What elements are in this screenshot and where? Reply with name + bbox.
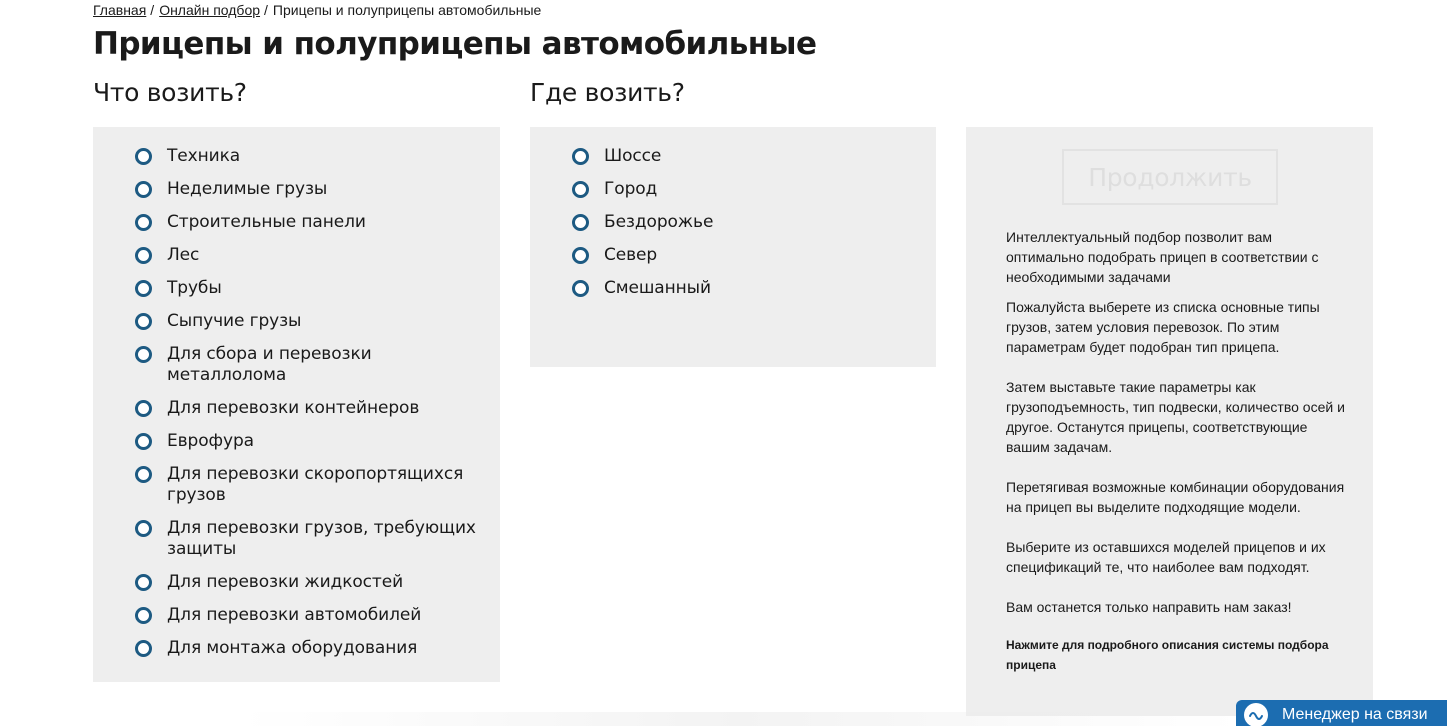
route-type-panel: Шоссе Город Бездорожье Север Смешанный <box>530 127 936 367</box>
cargo-type-option[interactable]: Для перевозки грузов, требующих защиты <box>135 518 485 560</box>
radio-button[interactable] <box>135 214 152 231</box>
cargo-type-option[interactable]: Строительные панели <box>135 212 485 233</box>
breadcrumb-separator: / <box>150 2 155 18</box>
info-text: Интеллектуальный подбор позволит вам опт… <box>1006 227 1351 695</box>
cargo-type-option-label: Для перевозки контейнеров <box>167 398 420 418</box>
route-type-option-label: Город <box>604 179 658 199</box>
breadcrumb-link-home[interactable]: Главная <box>93 2 146 18</box>
cargo-type-option-label: Для перевозки грузов, требующих защиты <box>167 518 476 559</box>
radio-button[interactable] <box>135 247 152 264</box>
route-type-option-label: Бездорожье <box>604 212 714 232</box>
cargo-type-option-label: Строительные панели <box>167 212 366 232</box>
cargo-type-option[interactable]: Для перевозки скоропортящихся грузов <box>135 464 485 506</box>
info-paragraph: Перетягивая возможные комбинации оборудо… <box>1006 479 1345 515</box>
continue-button[interactable]: Продолжить <box>1062 149 1278 205</box>
detail-description-link[interactable]: Нажмите для подробного описания системы … <box>1006 635 1351 675</box>
info-panel: Продолжить Интеллектуальный подбор позво… <box>966 127 1373 716</box>
cargo-type-option-label: Для сбора и перевозки металлолома <box>167 344 372 385</box>
route-type-option[interactable]: Север <box>572 245 922 266</box>
radio-button[interactable] <box>572 280 589 297</box>
radio-button[interactable] <box>135 607 152 624</box>
route-type-option-label: Север <box>604 245 658 265</box>
radio-button[interactable] <box>135 346 152 363</box>
where-section-title: Где возить? <box>530 78 685 107</box>
cargo-type-option-label: Трубы <box>167 278 222 298</box>
route-type-option[interactable]: Смешанный <box>572 278 922 299</box>
radio-button[interactable] <box>572 148 589 165</box>
radio-button[interactable] <box>135 640 152 657</box>
route-type-option-label: Шоссе <box>604 146 662 166</box>
info-paragraph: Интеллектуальный подбор позволит вам опт… <box>1006 229 1319 285</box>
cargo-type-option[interactable]: Сыпучие грузы <box>135 311 485 332</box>
cargo-type-option-label: Для перевозки автомобилей <box>167 605 422 625</box>
radio-button[interactable] <box>135 313 152 330</box>
radio-button[interactable] <box>135 574 152 591</box>
cargo-type-option[interactable]: Для перевозки жидкостей <box>135 572 485 593</box>
cargo-type-option[interactable]: Для перевозки контейнеров <box>135 398 485 419</box>
cargo-type-list: Техника Неделимые грузы Строительные панел… <box>135 146 485 671</box>
cargo-type-option-label: Неделимые грузы <box>167 179 328 199</box>
cargo-type-option[interactable]: Лес <box>135 245 485 266</box>
radio-button[interactable] <box>572 247 589 264</box>
info-paragraph: Выберите из оставшихся моделей прицепов … <box>1006 539 1326 575</box>
cargo-type-option[interactable]: Еврофура <box>135 431 485 452</box>
route-type-option-label: Смешанный <box>604 278 711 298</box>
radio-button[interactable] <box>135 181 152 198</box>
cargo-type-option[interactable]: Для сбора и перевозки металлолома <box>135 344 485 386</box>
cargo-type-option-label: Сыпучие грузы <box>167 311 302 331</box>
breadcrumb-link-online-selection[interactable]: Онлайн подбор <box>159 2 260 18</box>
radio-button[interactable] <box>572 181 589 198</box>
chat-icon <box>1244 703 1268 726</box>
cargo-type-option[interactable]: Неделимые грузы <box>135 179 485 200</box>
radio-button[interactable] <box>572 214 589 231</box>
route-type-option[interactable]: Бездорожье <box>572 212 922 233</box>
cargo-type-option-label: Для монтажа оборудования <box>167 638 418 658</box>
route-type-option[interactable]: Шоссе <box>572 146 922 167</box>
bottom-shadow <box>240 712 1240 726</box>
radio-button[interactable] <box>135 520 152 537</box>
cargo-type-option-label: Еврофура <box>167 431 254 451</box>
manager-label: Менеджер на связи <box>1282 706 1428 723</box>
page: Главная / Онлайн подбор / Прицепы и полуприц… <box>0 0 1447 726</box>
route-type-list: Шоссе Город Бездорожье Север Смешанный <box>572 146 922 311</box>
radio-button[interactable] <box>135 280 152 297</box>
cargo-type-option[interactable]: Для монтажа оборудования <box>135 638 485 659</box>
breadcrumb-separator: / <box>264 2 268 18</box>
cargo-type-option-label: Лес <box>167 245 200 265</box>
breadcrumb: Главная / Онлайн подбор / Прицепы и полуприц… <box>93 2 541 18</box>
cargo-type-panel: Техника Неделимые грузы Строительные панел… <box>93 127 500 682</box>
cargo-type-option[interactable]: Для перевозки автомобилей <box>135 605 485 626</box>
info-paragraph: Затем выставьте такие параметры как груз… <box>1006 379 1345 455</box>
chat-icon-glyph <box>1249 712 1263 720</box>
breadcrumb-current: Прицепы и полуприцепы автомобильные <box>272 2 542 18</box>
cargo-type-option-label: Для перевозки жидкостей <box>167 572 404 592</box>
radio-button[interactable] <box>135 466 152 483</box>
radio-button[interactable] <box>135 400 152 417</box>
info-paragraph: Пожалуйста выберете из списка основные т… <box>1006 299 1320 355</box>
cargo-type-option-label: Для перевозки скоропортящихся грузов <box>167 464 464 505</box>
info-paragraph: Вам останется только направить нам заказ… <box>1006 599 1292 615</box>
radio-button[interactable] <box>135 433 152 450</box>
cargo-type-option-label: Техника <box>167 146 241 166</box>
manager-chat-button[interactable]: Менеджер на связи <box>1236 700 1447 726</box>
what-section-title: Что возить? <box>93 78 247 107</box>
cargo-type-option[interactable]: Трубы <box>135 278 485 299</box>
page-title: Прицепы и полуприцепы автомобильные <box>93 26 817 62</box>
route-type-option[interactable]: Город <box>572 179 922 200</box>
radio-button[interactable] <box>135 148 152 165</box>
cargo-type-option[interactable]: Техника <box>135 146 485 167</box>
